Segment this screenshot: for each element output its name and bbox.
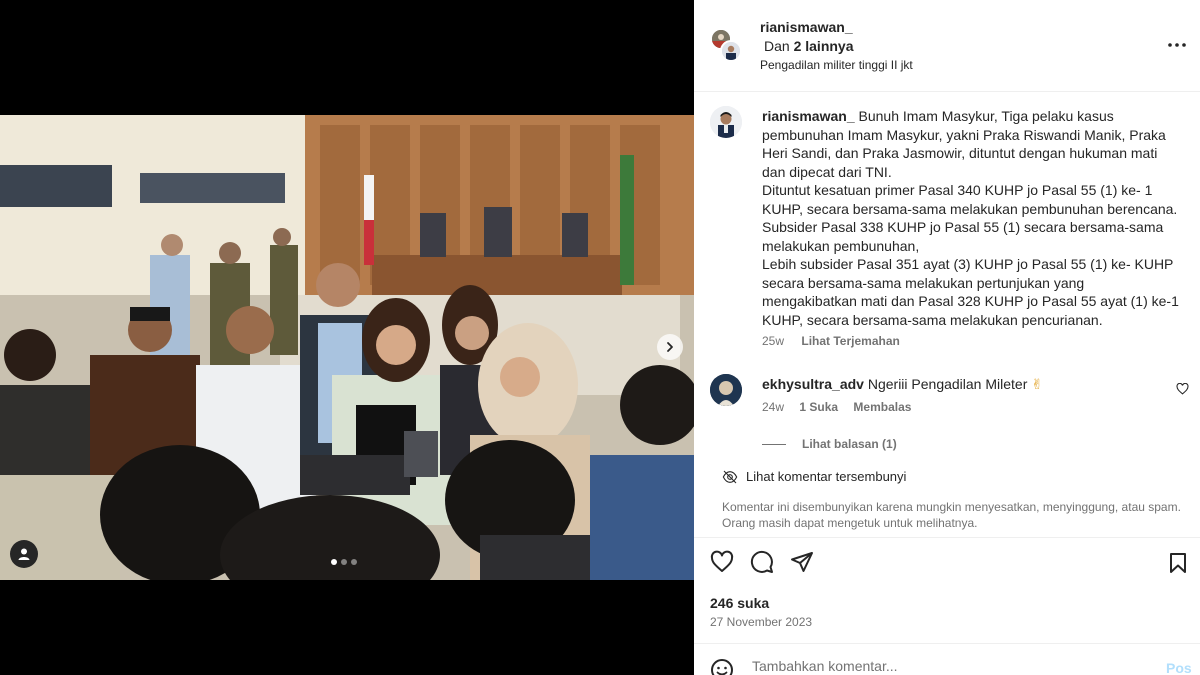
post-location[interactable]: Pengadilan militer tinggi II jkt <box>760 58 913 72</box>
carousel-dot <box>331 559 337 565</box>
reply-button[interactable]: Membalas <box>853 400 911 414</box>
hidden-comments-label: Lihat komentar tersembunyi <box>746 469 907 484</box>
post-date[interactable]: 27 November 2023 <box>710 615 812 629</box>
profile-photo-icon <box>722 42 740 60</box>
post-caption: rianismawan_ Bunuh Imam Masykur, Tiga pe… <box>762 107 1182 329</box>
carousel-dot <box>351 559 357 565</box>
share-button[interactable] <box>790 550 814 579</box>
more-horizontal-icon <box>1168 43 1186 47</box>
collaborator-avatars[interactable] <box>710 28 744 64</box>
like-comment-button[interactable] <box>1176 382 1189 400</box>
send-icon <box>791 552 813 572</box>
replies-divider <box>762 443 786 445</box>
caption-meta: 25w Lihat Terjemahan <box>762 334 914 348</box>
caption-paragraph: Dituntut kesatuan primer Pasal 340 KUHP … <box>762 182 1178 254</box>
save-button[interactable] <box>1168 552 1188 579</box>
comment-button[interactable] <box>750 550 774 579</box>
post-header: rianismawan_ Dan 2 lainnya Pengadilan mi… <box>694 0 1200 92</box>
see-translation-link[interactable]: Lihat Terjemahan <box>801 334 899 348</box>
avatar <box>720 40 742 62</box>
comment-text: Ngeriii Pengadilan Mileter <box>867 376 1028 392</box>
heart-icon <box>1176 382 1189 395</box>
avatar[interactable] <box>710 374 742 406</box>
heart-icon <box>710 550 734 572</box>
emoji-picker-button[interactable] <box>710 658 734 675</box>
user-icon <box>18 548 30 560</box>
tagged-users-button[interactable] <box>10 540 38 568</box>
caption-username[interactable]: rianismawan_ <box>762 108 855 124</box>
comment-input[interactable] <box>752 658 1132 674</box>
bookmark-icon <box>1170 553 1186 573</box>
chevron-right-icon <box>667 342 673 352</box>
carousel-next-button[interactable] <box>657 334 683 360</box>
collaborators-count[interactable]: 2 lainnya <box>794 38 854 54</box>
carousel-indicator <box>331 559 357 565</box>
comment-username[interactable]: ekhysultra_adv <box>762 376 864 392</box>
profile-photo-icon <box>710 374 742 406</box>
post-photo[interactable] <box>0 115 694 580</box>
profile-photo-icon <box>710 106 742 138</box>
caption-paragraph: Lebih subsider Pasal 351 ayat (3) KUHP j… <box>762 256 1179 328</box>
post-details-panel: rianismawan_ Dan 2 lainnya Pengadilan mi… <box>694 0 1200 675</box>
hidden-comments-note: Komentar ini disembunyikan karena mungki… <box>722 500 1181 530</box>
avatar[interactable] <box>710 106 742 138</box>
caption-timestamp[interactable]: 25w <box>762 334 784 348</box>
post-author-username[interactable]: rianismawan_ <box>760 19 853 35</box>
collaborators-prefix: Dan <box>764 38 790 54</box>
post-actions-section: 246 suka 27 November 2023 Pos <box>694 537 1200 675</box>
comment-likes-count[interactable]: 1 Suka <box>799 400 838 414</box>
comment-meta: 24w 1 Suka Membalas <box>762 400 923 414</box>
view-replies-label: Lihat balasan (1) <box>802 437 897 451</box>
collaborators-label[interactable]: Dan 2 lainnya <box>764 38 854 54</box>
comment-emoji: ✌ <box>1031 376 1043 392</box>
comment-icon <box>750 550 773 573</box>
add-comment-bar: Pos <box>694 643 1200 675</box>
courtroom-press-photo <box>0 115 694 580</box>
view-hidden-comments-button[interactable]: Lihat komentar tersembunyi <box>722 469 906 484</box>
smiley-icon <box>711 659 733 675</box>
post-likes-count[interactable]: 246 suka <box>710 595 769 611</box>
eye-off-icon <box>722 470 738 483</box>
carousel-dot <box>341 559 347 565</box>
action-icons <box>710 550 814 579</box>
post-comment-button[interactable]: Pos <box>1166 660 1192 675</box>
view-replies-button[interactable]: Lihat balasan (1) <box>762 437 897 451</box>
caption-paragraph: rianismawan_ Bunuh Imam Masykur, Tiga pe… <box>762 107 1182 181</box>
more-options-button[interactable] <box>1166 34 1188 56</box>
like-button[interactable] <box>710 550 734 579</box>
post-media-panel <box>0 0 694 675</box>
comment-timestamp[interactable]: 24w <box>762 400 784 414</box>
comment-body: ekhysultra_adv Ngeriii Pengadilan Milete… <box>762 376 1043 393</box>
